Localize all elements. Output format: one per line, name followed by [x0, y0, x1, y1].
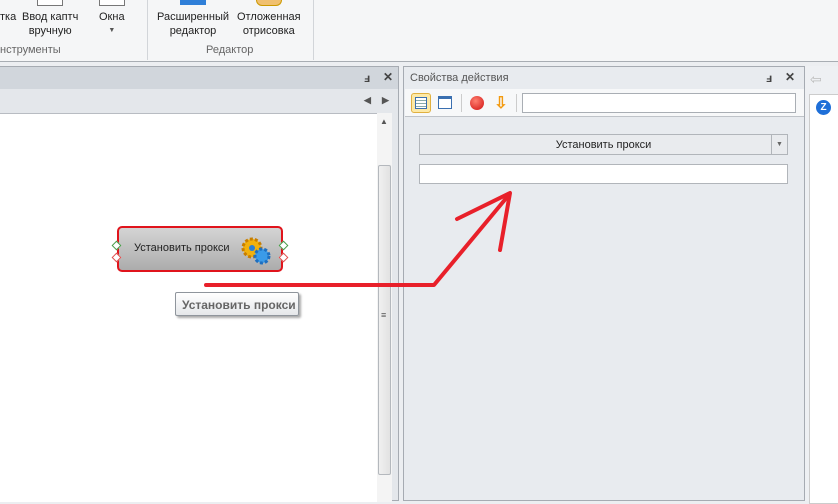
panel-header: ⅎ ✕ — [0, 67, 398, 89]
chevron-down-icon: ▼ — [108, 27, 116, 34]
button-label: Отложенная — [237, 11, 301, 23]
windows-icon — [98, 0, 125, 6]
action-properties-panel: Свойства действия ⅎ ✕ ⇩ Установить прокс… — [403, 66, 805, 501]
captcha-manual-button[interactable]: Ввод каптч вручную — [22, 0, 79, 38]
close-icon[interactable]: ✕ — [785, 70, 795, 84]
ribbon: тка Ввод каптч вручную Окна ▼ нструменты Р… — [0, 0, 838, 62]
editor-icon — [180, 0, 206, 5]
stop-icon — [470, 96, 484, 110]
button-label: вручную — [28, 25, 72, 37]
divider — [313, 0, 314, 60]
button-label: тка — [0, 11, 17, 23]
action-node[interactable]: Установить прокси — [111, 226, 289, 272]
arrow-down-icon: ⇩ — [494, 95, 508, 112]
advanced-editor-button[interactable]: Расширенный редактор — [157, 0, 229, 38]
side-tab[interactable]: Z — [809, 94, 838, 504]
panel-title: Свойства действия — [410, 72, 509, 84]
button-label: отрисовка — [242, 25, 295, 37]
divider — [461, 94, 462, 112]
grid-icon — [415, 97, 427, 109]
chevron-down-icon[interactable]: ▼ — [771, 135, 787, 154]
vertical-scrollbar[interactable]: ▲ ≡ — [377, 113, 392, 502]
button-label: Расширенный — [157, 11, 229, 23]
scroll-right-icon[interactable]: ▶ — [382, 95, 389, 106]
app-logo-icon: Z — [816, 100, 831, 115]
windows-button[interactable]: Окна ▼ — [98, 0, 125, 38]
pin-icon[interactable]: ⅎ — [766, 71, 772, 85]
down-arrow-button[interactable]: ⇩ — [491, 93, 511, 113]
scroll-left-icon[interactable]: ◀ — [364, 95, 371, 106]
ribbon-button-partial[interactable]: тка — [0, 10, 16, 24]
editor-panel: ⅎ ✕ ◀ ▶ ▲ ≡ — [0, 66, 399, 502]
action-input[interactable] — [419, 164, 788, 184]
side-panel: ⇦ Z — [805, 66, 838, 504]
scroll-up-icon[interactable]: ▲ — [380, 117, 388, 126]
divider — [516, 94, 517, 112]
properties-toolbar: ⇩ — [405, 89, 804, 117]
node-label: Установить прокси — [134, 242, 230, 254]
button-label: Окна — [99, 11, 125, 23]
window-bolt-icon — [438, 96, 452, 109]
group-label: Редактор — [206, 44, 254, 56]
properties-view-button[interactable] — [411, 93, 431, 113]
captcha-icon — [37, 0, 64, 6]
events-view-button[interactable] — [435, 93, 455, 113]
action-select[interactable]: Установить прокси ▼ — [419, 134, 788, 155]
search-input[interactable] — [522, 93, 796, 113]
scroll-thumb[interactable]: ≡ — [378, 165, 391, 475]
button-label: редактор — [169, 25, 217, 37]
back-arrow-icon[interactable]: ⇦ — [810, 71, 822, 88]
group-label: нструменты — [0, 44, 61, 56]
render-icon — [255, 0, 282, 6]
deferred-render-button[interactable]: Отложенная отрисовка — [237, 0, 301, 38]
close-icon[interactable]: ✕ — [383, 70, 393, 84]
button-label: Ввод каптч — [22, 11, 79, 23]
stop-button[interactable] — [467, 93, 487, 113]
node-tooltip: Установить прокси — [175, 292, 299, 316]
selected-action: Установить прокси — [555, 139, 652, 151]
divider — [147, 0, 148, 60]
pin-icon[interactable]: ⅎ — [364, 71, 370, 85]
grip-icon: ≡ — [381, 310, 387, 320]
gears-icon — [241, 237, 271, 265]
